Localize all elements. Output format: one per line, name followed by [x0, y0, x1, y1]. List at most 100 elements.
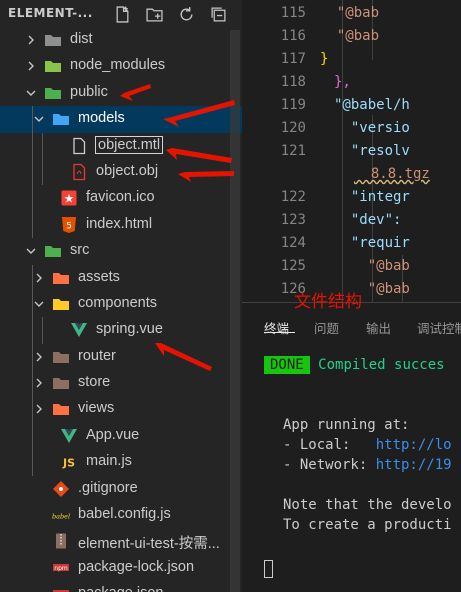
line-text: "@bab [320, 28, 380, 44]
refresh-icon[interactable] [176, 4, 196, 24]
folder-row[interactable]: src [0, 238, 242, 264]
network-url-link[interactable]: http://19 [376, 457, 452, 473]
tree-item-label: public [70, 83, 108, 100]
vue-icon [60, 427, 78, 445]
line-text: } [320, 51, 329, 67]
tree-indent-guide [32, 317, 33, 344]
file-tree: dist node_modulespublic models object.mtl ob… [0, 27, 242, 592]
svg-text:JS: JS [62, 457, 75, 470]
folder-row[interactable]: models [0, 106, 242, 133]
code-line: 125 "@bab [242, 255, 461, 278]
tree-item-label: store [78, 374, 111, 391]
file-row[interactable]: App.vue [0, 422, 242, 450]
tree-indent-guide [42, 158, 43, 186]
folder-row[interactable]: router [0, 343, 242, 371]
tree-indent-guide [32, 158, 33, 186]
explorer-scrollbar[interactable] [230, 30, 240, 592]
file-row[interactable]: ★ favicon.ico [0, 185, 242, 212]
line-number: 116 [280, 28, 306, 44]
line-number: 121 [280, 143, 306, 159]
git-icon [52, 480, 70, 498]
chevron-right-icon[interactable] [32, 349, 46, 365]
tree-item-label: object.obj [96, 162, 159, 179]
folder-row[interactable]: views [0, 396, 242, 423]
file-row[interactable]: 5 index.html [0, 211, 242, 239]
code-line: 119 "@babel/h [242, 94, 461, 117]
file-row[interactable]: babel babel.config.js [0, 502, 242, 528]
file-row[interactable]: spring.vue [0, 317, 242, 344]
note-line-2: To create a producti [283, 517, 452, 533]
chevron-right-icon[interactable] [32, 375, 46, 391]
src-folder-icon [44, 242, 62, 260]
chevron-right-icon[interactable] [32, 270, 46, 286]
chevron-down-icon[interactable] [32, 296, 46, 312]
chevron-right-icon[interactable] [24, 32, 38, 48]
tree-indent-guide [32, 422, 33, 450]
explorer-title: ELEMENT-... [8, 6, 93, 20]
tree-item-label: components [78, 294, 157, 311]
code-line: 120 "versio [242, 117, 461, 140]
folder-row[interactable]: node_modules [0, 53, 242, 79]
chevron-right-icon[interactable] [24, 58, 38, 74]
line-text: "integr [334, 189, 410, 205]
tree-item-label: package.json [78, 585, 163, 592]
explorer-header: ELEMENT-... [0, 0, 242, 28]
chevron-down-icon[interactable] [24, 243, 38, 259]
file-row[interactable]: element-ui-test-按需... [0, 528, 242, 554]
folder-row[interactable]: store [0, 370, 242, 397]
tree-item-label: views [78, 400, 115, 417]
line-text: "requir [334, 235, 410, 251]
new-folder-icon[interactable] [144, 4, 164, 24]
file-row[interactable]: .gitignore [0, 476, 242, 502]
folder-row[interactable]: assets [0, 264, 242, 291]
terminal-output[interactable]: DONE Compiled succes App running at: - L… [242, 303, 461, 592]
tree-indent-guide [42, 317, 43, 344]
note-line-1: Note that the develo [283, 497, 452, 513]
tree-item-label: index.html [86, 215, 153, 232]
file-row[interactable]: object.mtl [0, 132, 242, 159]
done-badge: DONE [264, 356, 310, 374]
line-text: }, [334, 74, 351, 90]
folder-row[interactable]: components [0, 290, 242, 318]
tree-item-label: babel.config.js [78, 506, 171, 523]
svg-text:npm: npm [54, 565, 68, 572]
line-number: 123 [280, 212, 306, 228]
components-folder-icon [52, 295, 70, 313]
tree-item-label: favicon.ico [86, 189, 155, 206]
folder-row[interactable]: public [0, 80, 242, 106]
file-row[interactable]: npm package-lock.json [0, 555, 242, 581]
code-editor[interactable]: 115 "@bab 116 "@bab 117} 118}, 119 "@babel/h 1… [242, 0, 461, 302]
line-text: "@babel/h [334, 97, 410, 113]
code-line: 122 "integr [242, 186, 461, 209]
local-label: - Local: [283, 437, 376, 453]
file-row[interactable]: npm package.json [0, 581, 242, 592]
bottom-panel: 终端 问题 输出 调试控制 DONE Compiled succes App r… [242, 302, 461, 592]
network-label: - Network: [283, 457, 376, 473]
svg-text:babel: babel [52, 513, 70, 521]
file-row[interactable]: object.obj [0, 158, 242, 186]
file-row[interactable]: JS main.js [0, 449, 242, 476]
folder-row[interactable]: dist [0, 27, 242, 53]
line-number: 125 [280, 258, 306, 274]
explorer-actions [112, 4, 228, 24]
tree-indent-guide [32, 211, 33, 239]
js-icon: JS [60, 453, 78, 471]
chevron-right-icon[interactable] [32, 401, 46, 417]
line-text: "@bab [334, 258, 410, 274]
code-line: 123 "dev": [242, 209, 461, 232]
favicon-icon: ★ [60, 189, 78, 207]
local-line: - Local: http://lo [283, 437, 452, 453]
tree-item-label: package-lock.json [78, 558, 195, 575]
public-folder-icon [44, 84, 62, 102]
collapse-all-icon[interactable] [208, 4, 228, 24]
chevron-down-icon[interactable] [24, 85, 38, 101]
tree-item-label: assets [78, 268, 120, 285]
views-folder-icon [52, 400, 70, 418]
local-url-link[interactable]: http://lo [376, 437, 452, 453]
chevron-down-icon[interactable] [32, 111, 46, 127]
archive-icon [52, 532, 70, 550]
new-file-icon[interactable] [112, 4, 132, 24]
tree-item-label: object.mtl [94, 135, 164, 154]
compile-status-line: DONE Compiled succes [264, 356, 445, 374]
line-number: 115 [280, 5, 306, 21]
